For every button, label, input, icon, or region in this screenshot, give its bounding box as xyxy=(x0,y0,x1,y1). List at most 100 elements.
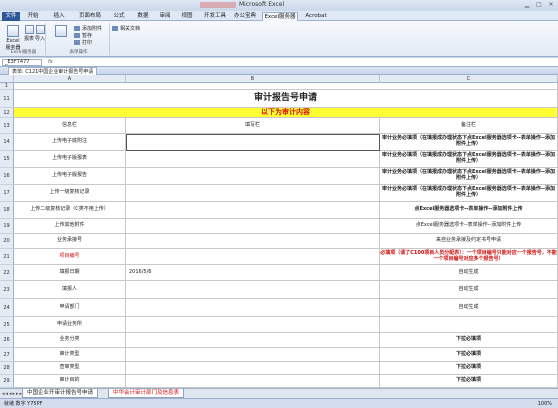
cell-remark[interactable] xyxy=(380,317,558,333)
cell[interactable] xyxy=(14,83,558,90)
cell-label[interactable]: 申请部门 xyxy=(14,299,126,317)
row-number[interactable]: 15 xyxy=(0,151,14,168)
row-number[interactable]: 24 xyxy=(0,299,14,317)
sheet-nav-icon[interactable]: ◂◂◂▸▸▸ xyxy=(2,391,23,397)
cell-label[interactable]: 填报人 xyxy=(14,281,126,299)
save-draft-button[interactable]: 暂存 xyxy=(74,32,92,39)
tab-page-layout[interactable]: 页面布局 xyxy=(76,12,104,21)
cell-label[interactable]: 上传二级复核记录（C类不用上传） xyxy=(14,202,126,219)
section-header[interactable]: 以下为审计内容 xyxy=(14,108,558,118)
related-doc-button[interactable]: 相关文档 xyxy=(112,25,140,32)
fx-icon[interactable]: fx xyxy=(48,59,53,65)
cell-label[interactable]: 上传电子底附注 xyxy=(14,134,126,151)
cell-remark[interactable]: 审计业务必填项（在填报成办理状态下点Excel服务器选项卡--表单操作--添加附… xyxy=(380,134,558,151)
cell-label[interactable]: 审计类型 xyxy=(14,348,126,362)
cell-label[interactable]: 查审类型 xyxy=(14,362,126,375)
row-number[interactable]: 28 xyxy=(0,362,14,375)
cell-label[interactable]: 上传电子版报告 xyxy=(14,168,126,185)
cell-label[interactable]: 项目编号 xyxy=(14,249,126,265)
row-number[interactable]: 18 xyxy=(0,202,14,219)
cell-remark[interactable]: 下拉必填项 xyxy=(380,333,558,348)
cell-input[interactable] xyxy=(126,249,380,265)
select-all-corner[interactable] xyxy=(0,75,14,83)
row-number[interactable]: 13 xyxy=(0,118,14,134)
cell-label[interactable]: 业务承接号 xyxy=(14,234,126,249)
excel-server-button[interactable]: Excel服务器 xyxy=(4,25,22,51)
cell-input[interactable] xyxy=(126,185,380,202)
row-number[interactable]: 16 xyxy=(0,168,14,185)
tab-developer[interactable]: 开发工具 xyxy=(202,12,228,21)
row-number[interactable]: 19 xyxy=(0,219,14,234)
tab-review[interactable]: 审阅 xyxy=(156,12,174,21)
cell-label[interactable]: 审计目的 xyxy=(14,375,126,388)
tab-data[interactable]: 数据 xyxy=(134,12,152,21)
zoom-level[interactable]: 100% xyxy=(538,399,552,408)
sheet-tab-secondary[interactable]: 中华会计审计部门及信息表 xyxy=(108,389,185,398)
print-button[interactable]: 打印 xyxy=(74,39,92,46)
cell-input[interactable] xyxy=(126,375,380,388)
cell-remark[interactable]: 审计业务必填项（在填报成办理状态下点Excel服务器选项卡--表单操作--添加附… xyxy=(380,151,558,168)
cell-remark[interactable]: 点Excel服务器选项卡--表单操作--添加附件上传 xyxy=(380,219,558,234)
row-number[interactable]: 22 xyxy=(0,265,14,281)
column-header-b[interactable]: B xyxy=(126,75,380,83)
cell-input[interactable] xyxy=(126,234,380,249)
cell-input[interactable] xyxy=(126,134,380,151)
maximize-icon[interactable]: □ xyxy=(534,1,544,9)
row-number[interactable]: 23 xyxy=(0,281,14,299)
cell-label[interactable]: 上传其他附件 xyxy=(14,219,126,234)
cell-label[interactable]: 上传一级复核记录 xyxy=(14,185,126,202)
cell-label[interactable]: 填报日期 xyxy=(14,265,126,281)
cell-remark[interactable]: 自动生成 xyxy=(380,265,558,281)
cell-input[interactable] xyxy=(126,362,380,375)
cell-label[interactable]: 申请业务所 xyxy=(14,317,126,333)
row-number[interactable]: 17 xyxy=(0,185,14,202)
row-number[interactable]: 12 xyxy=(0,108,14,118)
row-number[interactable]: 25 xyxy=(0,317,14,333)
tab-insert[interactable]: 插入 xyxy=(50,12,68,21)
row-number[interactable]: 26 xyxy=(0,333,14,348)
row-number[interactable]: 11 xyxy=(0,90,14,108)
cell-input[interactable] xyxy=(126,151,380,168)
cell-remark[interactable]: 下拉必填项 xyxy=(380,362,558,375)
row-number[interactable]: 29 xyxy=(0,375,14,388)
tab-acrobat[interactable]: Acrobat xyxy=(304,12,328,21)
tab-office-toolbox[interactable]: 办公宝典 xyxy=(232,12,258,21)
column-header-c[interactable]: C xyxy=(380,75,558,83)
tab-view[interactable]: 视图 xyxy=(178,12,196,21)
cell-input[interactable] xyxy=(126,281,380,299)
cell-input[interactable] xyxy=(126,219,380,234)
cell-remark[interactable]: 下拉必填项 xyxy=(380,375,558,388)
add-attachment-button[interactable]: 添加附件 xyxy=(74,25,102,32)
header-fill[interactable]: 填写栏 xyxy=(126,118,380,134)
cell-remark[interactable]: 自动生成 xyxy=(380,299,558,317)
row-number[interactable]: 20 xyxy=(0,234,14,249)
cell-remark[interactable]: 审计业务必填项（在填报成办理状态下点Excel服务器选项卡--表单操作--添加附… xyxy=(380,168,558,185)
cell-label[interactable]: 业务分类 xyxy=(14,333,126,348)
report-button[interactable]: 报表 xyxy=(24,25,34,42)
cell-remark[interactable]: 自动生成 xyxy=(380,281,558,299)
row-number[interactable]: 1 xyxy=(0,83,14,90)
cell-remark[interactable]: 点Excel服务器选项卡--表单操作--添加附件上传 xyxy=(380,202,558,219)
sheet-title[interactable]: 审计报告号申请 xyxy=(14,90,558,108)
cell-remark[interactable]: 来自业务承接及约定书号申请 xyxy=(380,234,558,249)
cell-remark[interactable]: 必填项（请了C100项目人员分配表）：一个项目编号只能对应一个报告号，不能一个项… xyxy=(380,249,558,265)
tab-file[interactable]: 文件 xyxy=(2,12,20,21)
row-number[interactable]: 21 xyxy=(0,249,14,265)
cell-input[interactable] xyxy=(126,299,380,317)
cell-remark[interactable]: 下拉必填项 xyxy=(380,348,558,362)
cell-input[interactable] xyxy=(126,348,380,362)
name-box[interactable]: _E3F7477 xyxy=(2,59,42,66)
cell-remark[interactable]: 审计业务必填项（在填报成办理状态下点Excel服务器选项卡--表单操作--添加附… xyxy=(380,185,558,202)
cell-input[interactable]: 2016/5/6 xyxy=(126,265,380,281)
cell-input[interactable] xyxy=(126,168,380,185)
minimize-icon[interactable]: ▁ xyxy=(522,1,532,9)
cell-label[interactable]: 上传电子版报表 xyxy=(14,151,126,168)
column-header-a[interactable]: A xyxy=(14,75,126,83)
tab-formulas[interactable]: 公式 xyxy=(110,12,128,21)
tab-home[interactable]: 开始 xyxy=(24,12,42,21)
header-info[interactable]: 信息栏 xyxy=(14,118,126,134)
header-remark[interactable]: 备注栏 xyxy=(380,118,558,134)
cell-input[interactable] xyxy=(126,333,380,348)
row-number[interactable]: 27 xyxy=(0,348,14,362)
import-form-button[interactable] xyxy=(50,25,72,38)
